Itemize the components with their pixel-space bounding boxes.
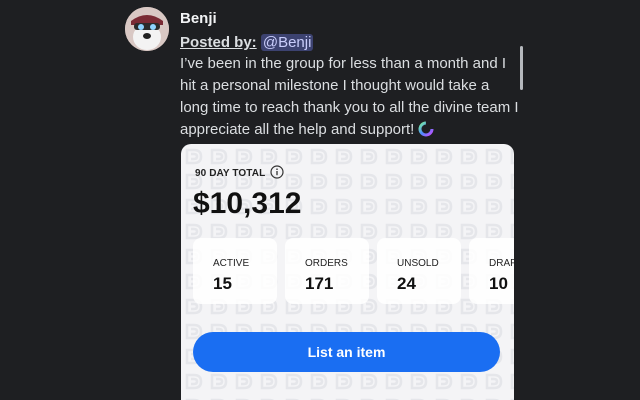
sales-card: 90 DAY TOTAL $10,312 ACTIVE 15 ORDERS 17… [181,144,514,400]
user-mention[interactable]: @Benji [260,34,314,51]
total-value: $10,312 [193,187,302,220]
username[interactable]: Benji [180,10,217,27]
stat-drafts[interactable]: DRAF 10 [469,238,514,304]
user-avatar[interactable] [125,7,169,51]
stat-label: UNSOLD [397,258,439,269]
stat-label: DRAF [489,258,514,269]
posted-by-label: Posted by: [180,34,257,51]
stat-unsold[interactable]: UNSOLD 24 [377,238,461,304]
stat-orders[interactable]: ORDERS 171 [285,238,369,304]
spinning-ring-emoji-icon [418,121,434,137]
scrollbar-thumb[interactable] [520,46,523,90]
message-text: I’ve been in the group for less than a m… [180,53,520,141]
stat-active[interactable]: ACTIVE 15 [193,238,277,304]
stat-value: 24 [397,274,416,293]
stat-label: ACTIVE [213,258,250,269]
message-body: I’ve been in the group for less than a m… [180,55,519,138]
stat-value: 10 [489,274,508,293]
list-item-button[interactable]: List an item [193,332,500,372]
posted-by-line: Posted by: @Benji [180,34,314,51]
stat-value: 171 [305,274,334,293]
total-label: 90 DAY TOTAL [195,168,266,179]
stat-value: 15 [213,274,232,293]
stat-label: ORDERS [305,258,348,269]
info-icon[interactable] [270,165,284,179]
